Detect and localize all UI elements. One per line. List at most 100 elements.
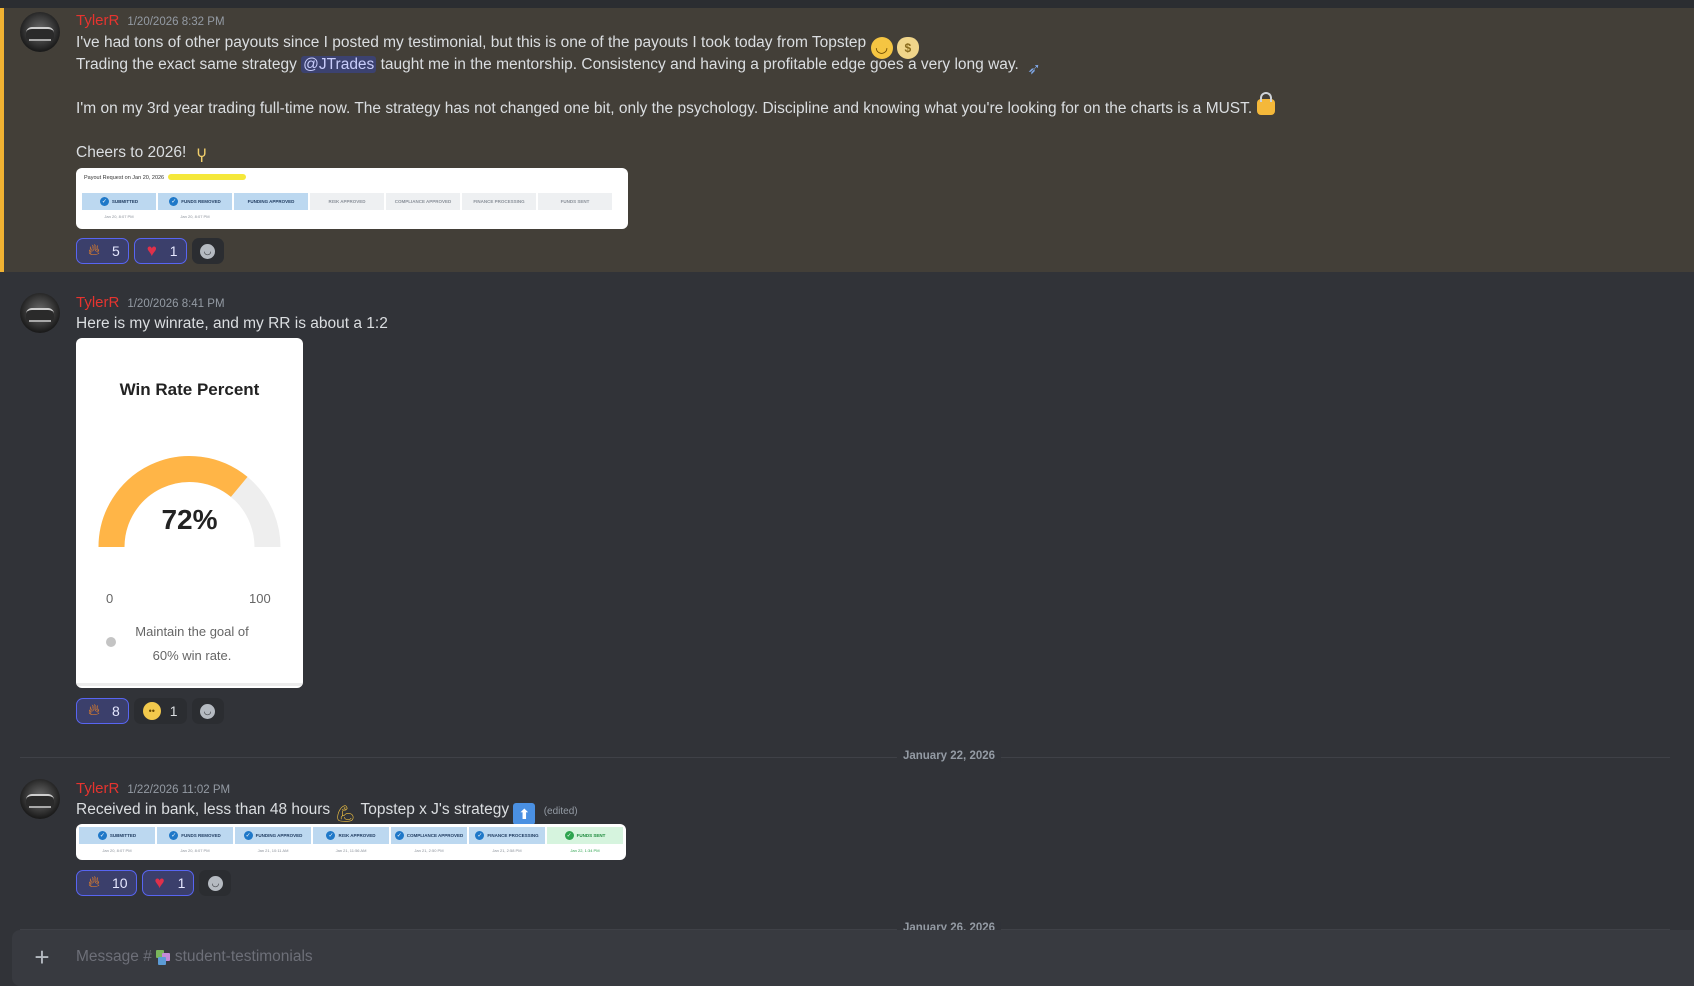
gauge-value: 72%: [161, 504, 218, 535]
fire-icon: 🔥︎: [88, 242, 100, 259]
placeholder-prefix: Message #: [76, 948, 152, 965]
check-icon: ✓: [475, 831, 485, 840]
payout-step: ✓ FUNDS REMOVED: [157, 827, 233, 844]
reactions-bar: 🔥︎ 8 •• 1 ◡: [76, 698, 224, 724]
check-icon: ✓: [169, 831, 179, 840]
add-reaction-icon: ◡: [200, 703, 216, 719]
reaction-face[interactable]: •• 1: [133, 698, 187, 724]
payout-step: FUNDS SENT: [538, 193, 612, 210]
payout-date: Jan 21, 11:56 AM: [335, 848, 367, 853]
payout-step: FINANCE PROCESSING: [462, 193, 536, 210]
add-reaction-button[interactable]: ◡: [191, 238, 224, 264]
message-input[interactable]: Message # student-testimonials: [76, 948, 313, 966]
channel-name: student-testimonials: [174, 948, 313, 965]
payout-screenshot-embed[interactable]: ✓ SUBMITTED ✓ FUNDS REMOVED ✓ FUNDING APPRO…: [76, 824, 626, 860]
timestamp: 1/22/2026 11:02 PM: [127, 784, 231, 796]
legend-dot: [106, 637, 116, 647]
reactions-bar: 🔥︎ 5 ♥ 1 ◡: [76, 238, 224, 264]
timestamp: 1/20/2026 8:32 PM: [127, 16, 225, 28]
payout-step: ✓ FINANCE PROCESSING: [469, 827, 545, 844]
payout-step: ✓ COMPLIANCE APPROVED: [391, 827, 467, 844]
message-text-line: I'm on my 3rd year trading full-time now…: [76, 92, 1275, 120]
add-reaction-icon: ◡: [200, 243, 216, 259]
message-header: TylerR 1/20/2026 8:41 PM: [76, 294, 225, 311]
payout-steps: ✓ SUBMITTED ✓ FUNDS REMOVED FUNDING APPROV…: [82, 193, 612, 210]
message-text-line: Cheers to 2026! Ⴤ: [76, 142, 213, 169]
thinking-face-icon: ••: [142, 702, 161, 720]
username[interactable]: TylerR: [76, 780, 119, 797]
payout-step: RISK APPROVED: [310, 193, 384, 210]
reactions-bar: 🔥︎ 10 ♥ 1 ◡: [76, 870, 232, 896]
payout-step: ✓ RISK APPROVED: [313, 827, 389, 844]
payout-step: COMPLIANCE APPROVED: [386, 193, 460, 210]
edited-label: (edited): [543, 806, 578, 817]
lock-icon: [1256, 92, 1275, 115]
payout-date: Jan 20, 8:07 PM: [180, 848, 210, 853]
reaction-heart[interactable]: ♥ 1: [133, 238, 187, 264]
text: Received in bank, less than 48 hours: [76, 801, 331, 818]
avatar[interactable]: [20, 779, 60, 819]
message-1: TylerR 1/20/2026 8:32 PM I've had tons o…: [0, 8, 1694, 272]
payout-steps: ✓ SUBMITTED ✓ FUNDS REMOVED ✓ FUNDING APPRO…: [79, 827, 623, 844]
plus-icon[interactable]: +: [30, 944, 54, 970]
username[interactable]: TylerR: [76, 294, 119, 311]
message-header: TylerR 1/22/2026 11:02 PM: [76, 780, 230, 797]
reaction-fire[interactable]: 🔥︎ 5: [76, 238, 129, 264]
message-text: Received in bank, less than 48 hours 💪︎ …: [76, 799, 578, 826]
payout-step: ✓ FUNDING APPROVED: [235, 827, 311, 844]
payout-date: Jan 20, 8:07 PM: [104, 214, 134, 219]
gauge-max-label: 100: [249, 591, 271, 606]
avatar[interactable]: [20, 293, 60, 333]
clinking-glasses-icon: Ⴤ: [196, 149, 207, 166]
payout-step: ✓ FUNDS SENT: [547, 827, 623, 844]
add-reaction-icon: ◡: [207, 875, 223, 891]
win-rate-image[interactable]: Win Rate Percent 72% 0 100 Maintain the …: [76, 338, 303, 688]
reaction-fire[interactable]: 🔥︎ 8: [76, 698, 129, 724]
text: Cheers to 2026!: [76, 144, 187, 161]
text: Trading the exact same strategy: [76, 56, 297, 73]
heart-icon: ♥: [146, 241, 157, 260]
payout-dates: Jan 20, 8:07 PM Jan 20, 8:07 PM Jan 21, …: [79, 848, 623, 853]
fire-icon: 🔥︎: [88, 702, 100, 719]
text: taught me in the mentorship. Consistency…: [380, 56, 1019, 73]
payout-date: Jan 20, 8:07 PM: [102, 848, 132, 853]
check-icon: ✓: [99, 197, 109, 206]
avatar[interactable]: [20, 12, 60, 52]
username[interactable]: TylerR: [76, 12, 119, 29]
text: I'm on my 3rd year trading full-time now…: [76, 100, 1253, 117]
user-mention[interactable]: @JTrades: [301, 56, 377, 73]
check-icon: ✓: [169, 197, 179, 206]
timestamp: 1/20/2026 8:41 PM: [127, 298, 225, 310]
gauge-min-label: 0: [106, 591, 114, 606]
payout-date: Jan 21, 2:50 PM: [414, 848, 444, 853]
gauge-note: Maintain the goal of 60% win rate.: [135, 624, 249, 663]
payout-step: FUNDING APPROVED: [234, 193, 308, 210]
check-icon: ✓: [564, 831, 574, 840]
message-text-line: Trading the exact same strategy @JTrades…: [76, 54, 1045, 81]
add-reaction-button[interactable]: ◡: [199, 870, 232, 896]
fire-icon: 🔥︎: [88, 874, 100, 891]
payout-date: Jan 20, 8:07 PM: [180, 214, 210, 219]
payout-screenshot-embed[interactable]: Payout Request on Jan 20, 2026 ✓ SUBMITTE…: [76, 168, 628, 229]
check-icon: ✓: [326, 831, 336, 840]
payout-step: ✓ FUNDS REMOVED: [158, 193, 232, 210]
heart-icon: ♥: [154, 873, 165, 892]
channel-books-icon: [155, 949, 171, 965]
message-composer[interactable]: + Message # student-testimonials: [12, 930, 1694, 986]
reaction-heart[interactable]: ♥ 1: [141, 870, 195, 896]
date-divider-label: January 22, 2026: [896, 750, 1002, 762]
text: Topstep x J's strategy: [360, 801, 510, 818]
up-arrow-icon: ⬆: [513, 803, 536, 825]
add-reaction-button[interactable]: ◡: [191, 698, 224, 724]
payout-step: ✓ SUBMITTED: [82, 193, 156, 210]
date-divider: [20, 757, 1670, 758]
payout-step: ✓ SUBMITTED: [79, 827, 155, 844]
text: I've had tons of other payouts since I p…: [76, 34, 867, 51]
reaction-fire[interactable]: 🔥︎ 10: [76, 870, 137, 896]
payout-date: Jan 22, 1:34 PM: [570, 848, 600, 853]
top-strip: [0, 0, 1694, 8]
payout-title: Payout Request on Jan 20, 2026: [84, 175, 165, 181]
payout-date: Jan 21, 2:58 PM: [492, 848, 522, 853]
payout-date: Jan 21, 10:11 AM: [257, 848, 289, 853]
check-icon: ✓: [97, 831, 107, 840]
